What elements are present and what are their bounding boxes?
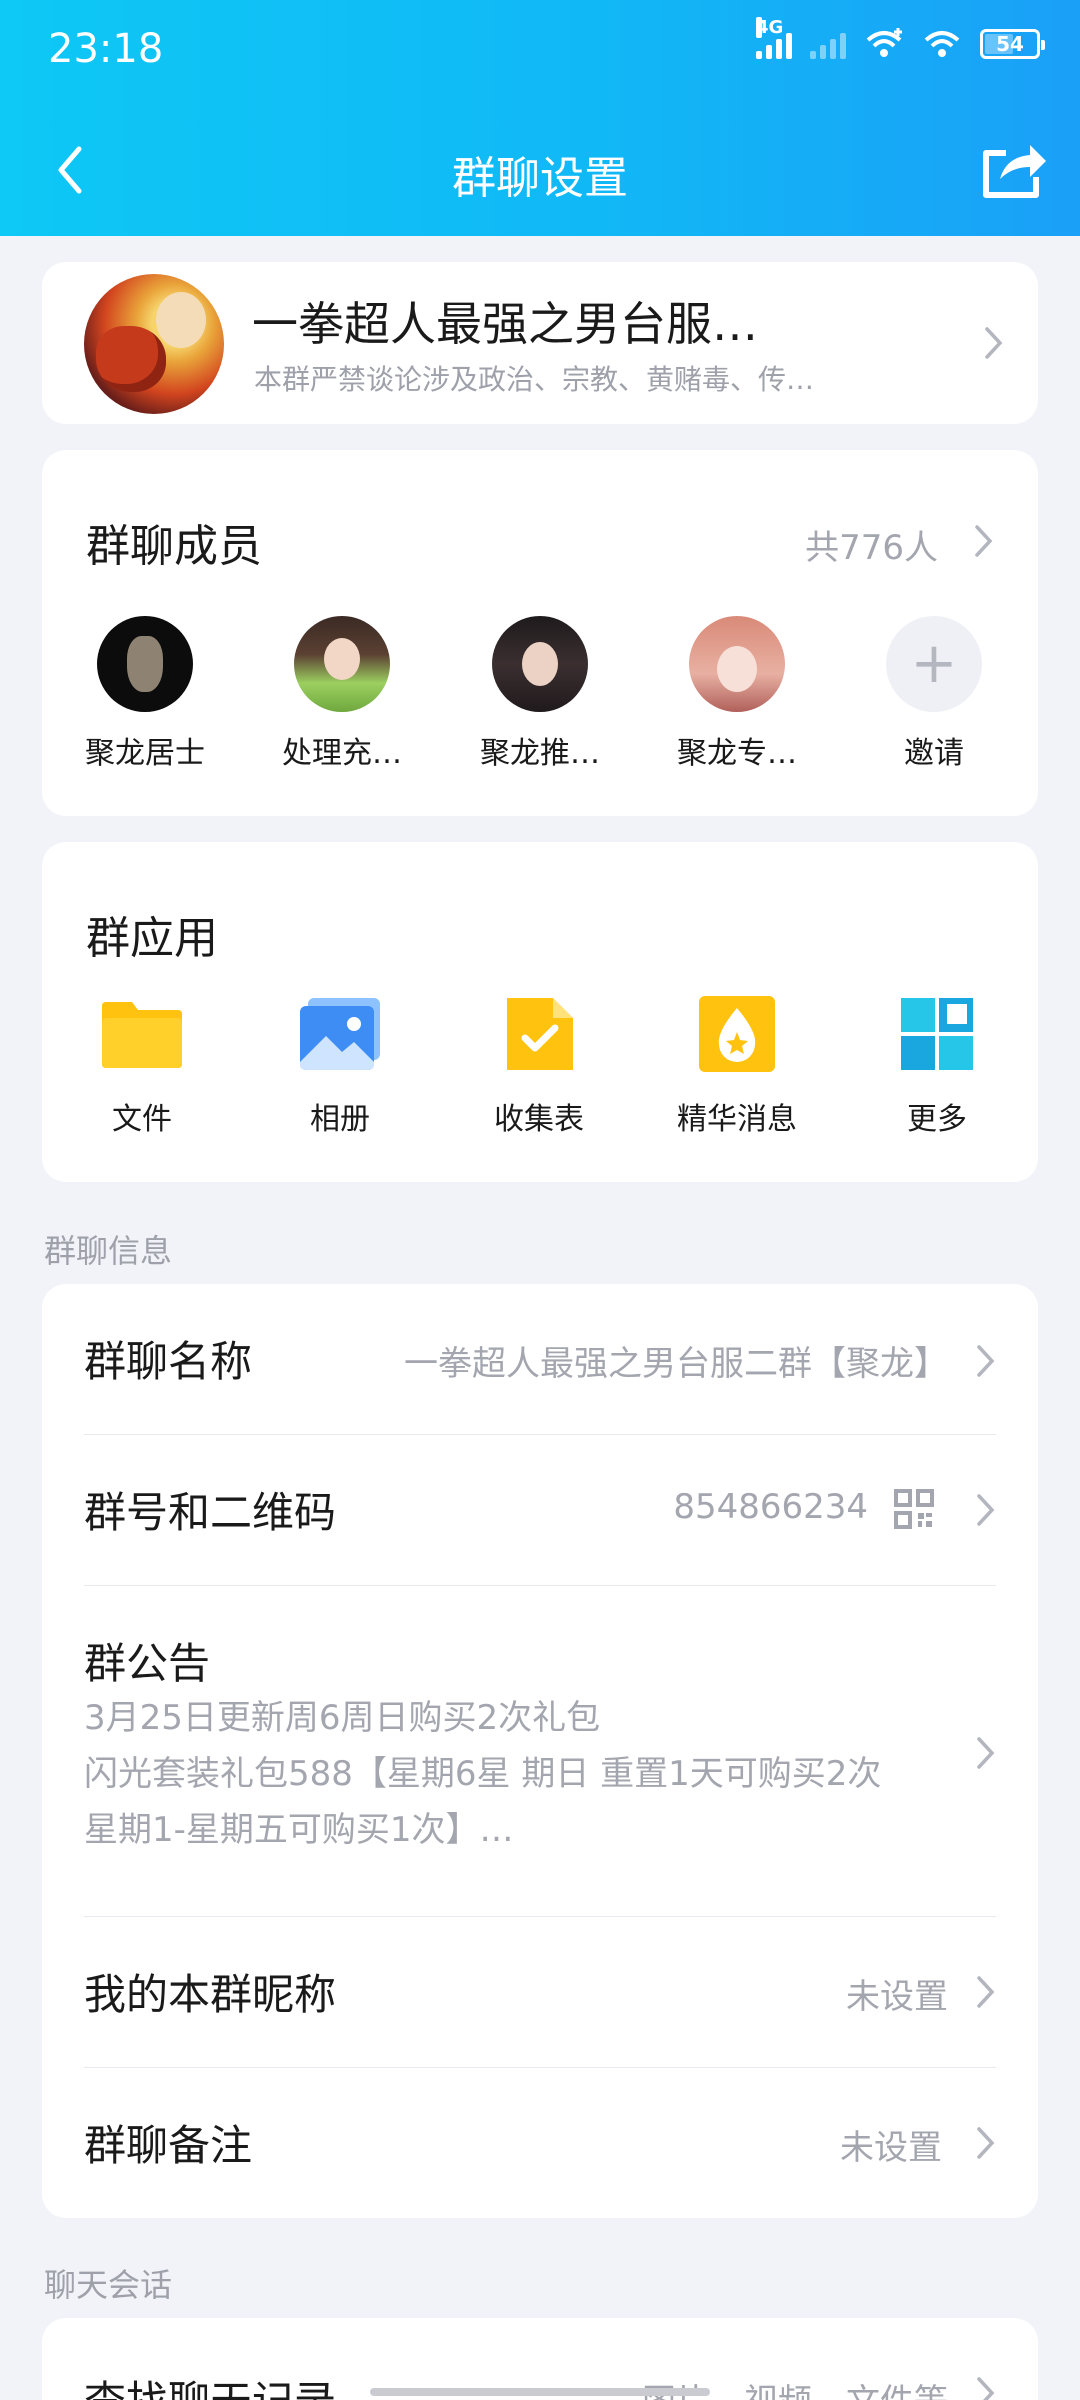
cellular-signal-2-icon	[810, 29, 846, 59]
notice-line: 闪光套装礼包588【星期6星 期日 重置1天可购买2次	[84, 1754, 882, 1794]
cellular-signal-icon: 4G	[756, 17, 792, 59]
row-value: 未设置	[840, 2128, 942, 2168]
member-name: 聚龙推…	[480, 736, 600, 771]
row-group-notice[interactable]: 群公告 3月25日更新周6周日购买2次礼包 闪光套装礼包588【星期6星 期日 …	[84, 1586, 996, 1916]
member-item[interactable]: 聚龙推…	[460, 616, 620, 772]
app-label: 相册	[310, 1102, 370, 1137]
app-essence[interactable]: 精华消息	[652, 992, 822, 1138]
chevron-right-icon	[977, 2377, 995, 2400]
apps-title: 群应用	[86, 913, 218, 964]
row-value: 图片、视频、文件等	[642, 2374, 948, 2400]
status-bar: 23:18 4G 54	[0, 0, 1080, 100]
invite-label: 邀请	[904, 736, 964, 771]
invite-button[interactable]: + 邀请	[854, 616, 1014, 772]
chevron-right-icon	[985, 327, 1003, 359]
chevron-right-icon[interactable]	[974, 524, 994, 558]
notice-line: 3月25日更新周6周日购买2次礼包	[84, 1698, 601, 1738]
notice-content: 3月25日更新周6周日购买2次礼包 闪光套装礼包588【星期6星 期日 重置1天…	[84, 1690, 881, 1858]
member-name: 聚龙专…	[677, 736, 797, 771]
member-item[interactable]: 聚龙专…	[657, 616, 817, 772]
members-title: 群聊成员	[86, 521, 262, 572]
row-label: 群号和二维码	[84, 1488, 337, 1537]
app-label: 收集表	[494, 1102, 584, 1137]
app-files[interactable]: 文件	[57, 992, 227, 1138]
notice-line: 星期1-星期五可购买1次】…	[84, 1810, 514, 1850]
member-name: 处理充…	[282, 736, 402, 771]
page-title: 群聊设置	[452, 153, 628, 204]
members-count[interactable]: 共776人	[805, 520, 938, 569]
app-album[interactable]: 相册	[255, 992, 425, 1138]
grid-more-icon	[895, 992, 979, 1076]
group-avatar	[84, 274, 224, 414]
group-apps-card: 群应用 文件 相册 收集表 精华消息 更多	[42, 842, 1038, 1182]
folder-icon	[100, 992, 184, 1076]
row-label: 查找聊天记录	[84, 2368, 336, 2400]
chevron-right-icon	[977, 1494, 995, 1526]
group-name: 一拳超人最强之男台服…	[252, 297, 758, 351]
row-value: 未设置	[846, 1977, 948, 2017]
member-item[interactable]: 处理充…	[262, 616, 422, 772]
qr-code-icon	[894, 1489, 934, 1529]
app-more[interactable]: 更多	[852, 992, 1022, 1138]
avatar	[492, 616, 588, 712]
member-item[interactable]: 聚龙居士	[65, 616, 225, 772]
group-info-card: 群聊名称 一拳超人最强之男台服二群【聚龙】 群号和二维码 854866234 群…	[42, 1284, 1038, 2218]
status-time: 23:18	[48, 26, 164, 72]
row-group-name[interactable]: 群聊名称 一拳超人最强之男台服二群【聚龙】	[84, 1284, 996, 1434]
avatar	[689, 616, 785, 712]
row-label: 群聊备注	[84, 2121, 253, 2170]
app-form[interactable]: 收集表	[454, 992, 624, 1138]
home-indicator[interactable]	[370, 2388, 710, 2396]
section-label-chat: 聊天会话	[44, 2266, 173, 2304]
share-icon	[983, 145, 1046, 198]
row-group-remark[interactable]: 群聊备注 未设置	[84, 2068, 996, 2218]
essence-icon	[695, 992, 779, 1076]
row-my-nickname[interactable]: 我的本群昵称 未设置	[84, 1917, 996, 2067]
battery-level: 54	[996, 32, 1024, 56]
chevron-right-icon	[977, 1976, 995, 2008]
avatar	[97, 616, 193, 712]
photo-album-icon	[298, 992, 382, 1076]
battery-icon: 54	[980, 29, 1045, 59]
nav-bar: 群聊设置	[0, 120, 1080, 220]
member-name: 聚龙居士	[85, 736, 205, 771]
row-label: 群公告	[84, 1639, 211, 1688]
app-label: 精华消息	[677, 1102, 797, 1137]
share-button[interactable]	[976, 134, 1052, 204]
group-number: 854866234	[673, 1487, 868, 1527]
chevron-right-icon	[977, 1737, 995, 1769]
wifi-plus-icon	[864, 28, 904, 60]
app-label: 更多	[907, 1102, 967, 1137]
network-type: 4G	[756, 17, 784, 38]
row-group-number[interactable]: 群号和二维码 854866234	[84, 1435, 996, 1585]
avatar	[294, 616, 390, 712]
row-label: 我的本群昵称	[84, 1970, 337, 2019]
chevron-right-icon	[977, 1345, 995, 1377]
section-label-group-info: 群聊信息	[44, 1232, 173, 1270]
row-label: 群聊名称	[84, 1337, 253, 1386]
wifi-icon	[922, 28, 962, 60]
group-profile-card[interactable]: 一拳超人最强之男台服… 本群严禁谈论涉及政治、宗教、黄赌毒、传…	[42, 262, 1038, 424]
status-icons: 4G 54	[756, 17, 1045, 60]
chevron-right-icon	[977, 2127, 995, 2159]
row-value: 一拳超人最强之男台服二群【聚龙】	[404, 1344, 948, 1384]
members-card: 群聊成员 共776人 聚龙居士 处理充… 聚龙推… 聚龙专… + 邀请	[42, 450, 1038, 816]
plus-icon: +	[886, 616, 982, 712]
form-icon	[497, 992, 581, 1076]
group-description: 本群严禁谈论涉及政治、宗教、黄赌毒、传…	[254, 363, 815, 396]
app-label: 文件	[112, 1102, 172, 1137]
header: 23:18 4G 54 群聊设置	[0, 0, 1080, 236]
